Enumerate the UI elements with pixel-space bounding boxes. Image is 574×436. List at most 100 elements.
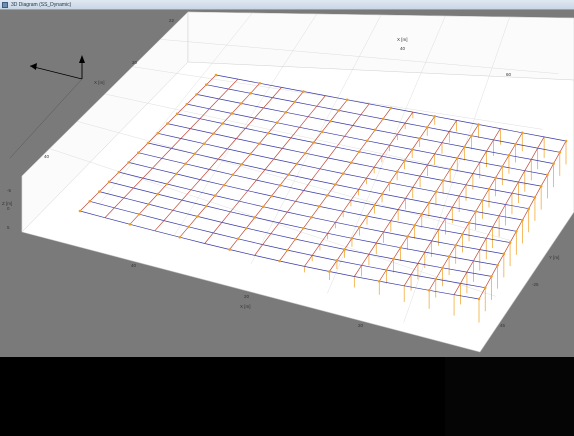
mesh-node (128, 222, 132, 226)
mesh-node (286, 248, 289, 252)
mesh-node (507, 153, 511, 157)
mesh-node (202, 142, 206, 145)
mesh-node (564, 139, 568, 143)
mesh-node (546, 173, 549, 177)
mesh-node (165, 182, 169, 186)
z-tick-1: -5 (7, 188, 11, 193)
z-axis-label: Z [m] (2, 201, 12, 206)
3d-diagram-canvas[interactable]: 22 20 40 40 60 X [m] -5 0 5 Z [m] 40 20 … (0, 10, 574, 357)
mesh-node (508, 241, 512, 244)
mesh-node (500, 165, 504, 168)
mesh-node (427, 288, 431, 292)
mesh-node (258, 142, 261, 145)
mesh-node (320, 130, 324, 134)
mesh-node (410, 148, 414, 151)
mesh-node (358, 225, 361, 229)
y-axis-label: Y [m] (549, 255, 559, 260)
app-window-icon (2, 1, 8, 8)
mesh-node (228, 248, 231, 251)
mesh-node (373, 128, 377, 132)
z-tick-3: 5 (7, 225, 10, 230)
mesh-node (467, 221, 471, 225)
mesh-node (88, 199, 92, 203)
mesh-node (481, 198, 484, 202)
x-axis-label-top: X [m] (397, 37, 408, 42)
plot-area[interactable]: 22 20 40 40 60 X [m] -5 0 5 Z [m] 40 20 … (0, 10, 574, 357)
mesh-node (373, 203, 376, 207)
mesh-node (266, 131, 270, 135)
mesh-node (147, 202, 150, 206)
mesh-node (302, 226, 305, 230)
mesh-node (494, 176, 497, 180)
mesh-node (357, 150, 361, 154)
mesh-node (137, 212, 141, 216)
mesh-node (196, 215, 199, 218)
window-titlebar[interactable]: 3D Diagram (SS_Dynamic) (0, 0, 574, 10)
mesh-node (236, 237, 240, 241)
mesh-node (558, 150, 562, 154)
mesh-node (249, 152, 252, 156)
mesh-node (239, 102, 243, 105)
mesh-node (231, 173, 235, 177)
mesh-node (270, 194, 273, 198)
x-tick-3: 20 (358, 323, 364, 328)
mesh-node (427, 201, 431, 205)
mesh-node (78, 209, 82, 213)
mesh-node (204, 204, 208, 208)
mesh-node (470, 134, 473, 137)
mesh-node (253, 216, 257, 219)
mesh-node (349, 161, 353, 164)
mesh-node (474, 210, 477, 213)
mesh-node (448, 167, 452, 171)
mesh-node (381, 117, 385, 121)
mesh-node (287, 173, 290, 176)
mesh-node (117, 170, 121, 174)
mesh-node (455, 156, 459, 160)
mesh-node (245, 226, 248, 230)
mesh-node (175, 112, 179, 116)
mesh-node (388, 181, 391, 185)
back-tick-2: 20 (132, 60, 138, 65)
y-tick-2: 45 (500, 323, 506, 328)
x-tick-2: 20 (244, 294, 250, 299)
mesh-node (195, 93, 198, 96)
mesh-node (490, 275, 493, 278)
y-tick-1: -25 (532, 282, 539, 287)
x-tick-1: 40 (131, 263, 137, 268)
mesh-node (127, 161, 130, 164)
mesh-node (552, 162, 555, 165)
mesh-node (240, 163, 243, 166)
mesh-node (278, 184, 282, 187)
mesh-node (341, 172, 345, 175)
mesh-node (502, 252, 506, 256)
mesh-node (333, 183, 337, 186)
mesh-node (275, 121, 279, 125)
mesh-node (278, 259, 281, 263)
mesh-node (302, 90, 305, 93)
mesh-node (527, 207, 531, 211)
mesh-node (343, 248, 346, 251)
mesh-node (433, 114, 437, 118)
x-axis-label: X [m] (240, 304, 251, 309)
window-title: 3D Diagram (SS_Dynamic) (11, 1, 72, 8)
mesh-node (325, 194, 329, 197)
mesh-node (294, 237, 297, 241)
mesh-node (487, 187, 491, 191)
mesh-node (380, 192, 384, 196)
mesh-node (463, 145, 466, 149)
mesh-node (184, 162, 187, 166)
mesh-node (385, 268, 388, 272)
mesh-node (221, 122, 224, 125)
mesh-node (389, 106, 393, 110)
mesh-node (335, 259, 339, 262)
mesh-node (166, 122, 169, 125)
mesh-node (441, 179, 445, 182)
mesh-node (406, 235, 409, 238)
mesh-node (365, 139, 369, 143)
mesh-node (310, 215, 313, 219)
mesh-node (214, 73, 218, 77)
mesh-node (454, 243, 458, 247)
bottom-right-panel (445, 357, 574, 436)
mesh-node (365, 214, 369, 218)
mesh-node (178, 235, 182, 239)
